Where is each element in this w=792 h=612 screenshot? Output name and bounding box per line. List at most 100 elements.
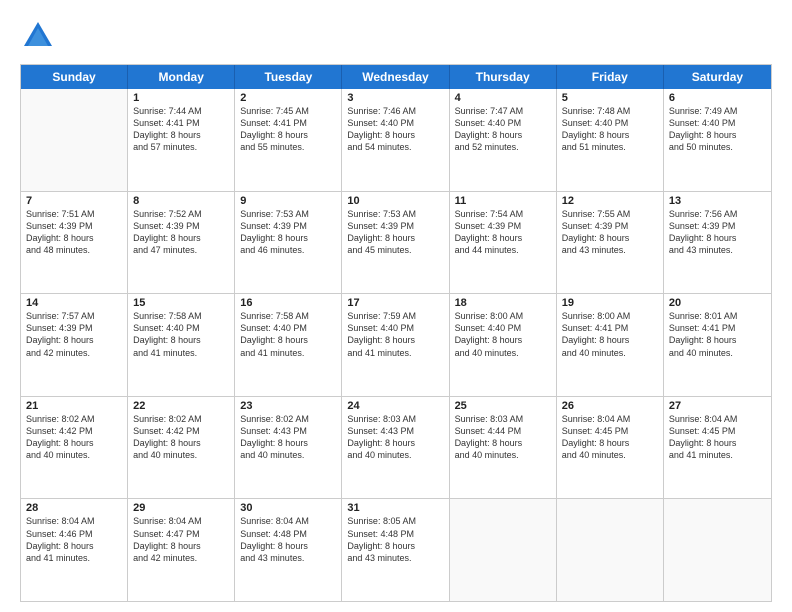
cell-info-line: and 43 minutes. [669, 244, 766, 256]
cell-info-line: Sunset: 4:39 PM [133, 220, 229, 232]
calendar-cell: 21Sunrise: 8:02 AMSunset: 4:42 PMDayligh… [21, 397, 128, 499]
cell-info-line: and 48 minutes. [26, 244, 122, 256]
cell-info-line: Sunset: 4:43 PM [240, 425, 336, 437]
cell-info-line: Sunset: 4:41 PM [669, 322, 766, 334]
cell-info-line: Sunset: 4:39 PM [669, 220, 766, 232]
weekday-label: Friday [557, 65, 664, 89]
cell-info-line: Daylight: 8 hours [240, 129, 336, 141]
cell-info-line: Daylight: 8 hours [562, 437, 658, 449]
cell-info-line: and 55 minutes. [240, 141, 336, 153]
weekday-label: Wednesday [342, 65, 449, 89]
calendar-row: 14Sunrise: 7:57 AMSunset: 4:39 PMDayligh… [21, 293, 771, 396]
calendar-cell: 18Sunrise: 8:00 AMSunset: 4:40 PMDayligh… [450, 294, 557, 396]
cell-info-line: Daylight: 8 hours [26, 334, 122, 346]
day-number: 5 [562, 92, 658, 104]
cell-info-line: Sunset: 4:42 PM [133, 425, 229, 437]
calendar-cell: 28Sunrise: 8:04 AMSunset: 4:46 PMDayligh… [21, 499, 128, 601]
cell-info-line: Sunrise: 7:54 AM [455, 208, 551, 220]
cell-info-line: Daylight: 8 hours [455, 334, 551, 346]
cell-info-line: and 41 minutes. [347, 347, 443, 359]
cell-info-line: and 40 minutes. [26, 449, 122, 461]
cell-info-line: Daylight: 8 hours [347, 437, 443, 449]
cell-info-line: Daylight: 8 hours [240, 232, 336, 244]
cell-info-line: Daylight: 8 hours [240, 437, 336, 449]
cell-info-line: Sunset: 4:48 PM [347, 528, 443, 540]
cell-info-line: Daylight: 8 hours [669, 232, 766, 244]
cell-info-line: Daylight: 8 hours [562, 232, 658, 244]
weekday-label: Sunday [21, 65, 128, 89]
logo-icon [20, 18, 56, 54]
cell-info-line: Daylight: 8 hours [347, 129, 443, 141]
cell-info-line: Daylight: 8 hours [455, 232, 551, 244]
day-number: 12 [562, 195, 658, 207]
cell-info-line: Daylight: 8 hours [240, 540, 336, 552]
cell-info-line: Sunrise: 7:58 AM [133, 310, 229, 322]
cell-info-line: Sunrise: 8:03 AM [455, 413, 551, 425]
cell-info-line: Sunset: 4:43 PM [347, 425, 443, 437]
calendar-row: 1Sunrise: 7:44 AMSunset: 4:41 PMDaylight… [21, 89, 771, 191]
calendar-cell: 15Sunrise: 7:58 AMSunset: 4:40 PMDayligh… [128, 294, 235, 396]
cell-info-line: and 40 minutes. [455, 347, 551, 359]
cell-info-line: Sunset: 4:44 PM [455, 425, 551, 437]
cell-info-line: and 40 minutes. [562, 449, 658, 461]
cell-info-line: Sunrise: 7:51 AM [26, 208, 122, 220]
cell-info-line: Sunset: 4:41 PM [240, 117, 336, 129]
day-number: 31 [347, 502, 443, 514]
logo [20, 18, 62, 54]
day-number: 22 [133, 400, 229, 412]
cell-info-line: and 41 minutes. [133, 347, 229, 359]
cell-info-line: and 41 minutes. [240, 347, 336, 359]
cell-info-line: Sunset: 4:45 PM [669, 425, 766, 437]
cell-info-line: Daylight: 8 hours [26, 437, 122, 449]
cell-info-line: and 40 minutes. [133, 449, 229, 461]
calendar-cell: 29Sunrise: 8:04 AMSunset: 4:47 PMDayligh… [128, 499, 235, 601]
cell-info-line: Sunset: 4:40 PM [669, 117, 766, 129]
cell-info-line: Daylight: 8 hours [347, 334, 443, 346]
weekday-label: Tuesday [235, 65, 342, 89]
calendar-row: 28Sunrise: 8:04 AMSunset: 4:46 PMDayligh… [21, 498, 771, 601]
cell-info-line: Sunrise: 8:02 AM [240, 413, 336, 425]
day-number: 24 [347, 400, 443, 412]
calendar-cell: 27Sunrise: 8:04 AMSunset: 4:45 PMDayligh… [664, 397, 771, 499]
calendar-body: 1Sunrise: 7:44 AMSunset: 4:41 PMDaylight… [21, 89, 771, 601]
cell-info-line: Sunrise: 8:02 AM [133, 413, 229, 425]
cell-info-line: Sunrise: 8:04 AM [133, 515, 229, 527]
day-number: 18 [455, 297, 551, 309]
cell-info-line: Sunrise: 7:52 AM [133, 208, 229, 220]
cell-info-line: and 51 minutes. [562, 141, 658, 153]
cell-info-line: and 43 minutes. [347, 552, 443, 564]
cell-info-line: Sunrise: 7:58 AM [240, 310, 336, 322]
calendar-cell: 31Sunrise: 8:05 AMSunset: 4:48 PMDayligh… [342, 499, 449, 601]
cell-info-line: Sunset: 4:39 PM [562, 220, 658, 232]
day-number: 11 [455, 195, 551, 207]
day-number: 29 [133, 502, 229, 514]
calendar-cell: 19Sunrise: 8:00 AMSunset: 4:41 PMDayligh… [557, 294, 664, 396]
cell-info-line: and 41 minutes. [669, 449, 766, 461]
calendar-cell: 23Sunrise: 8:02 AMSunset: 4:43 PMDayligh… [235, 397, 342, 499]
calendar-cell: 22Sunrise: 8:02 AMSunset: 4:42 PMDayligh… [128, 397, 235, 499]
cell-info-line: Sunset: 4:39 PM [26, 220, 122, 232]
cell-info-line: Sunset: 4:40 PM [455, 117, 551, 129]
cell-info-line: Daylight: 8 hours [133, 129, 229, 141]
cell-info-line: Sunrise: 8:00 AM [562, 310, 658, 322]
calendar-cell: 1Sunrise: 7:44 AMSunset: 4:41 PMDaylight… [128, 89, 235, 191]
calendar-cell: 26Sunrise: 8:04 AMSunset: 4:45 PMDayligh… [557, 397, 664, 499]
day-number: 13 [669, 195, 766, 207]
calendar-cell: 13Sunrise: 7:56 AMSunset: 4:39 PMDayligh… [664, 192, 771, 294]
cell-info-line: Sunrise: 8:04 AM [669, 413, 766, 425]
cell-info-line: and 40 minutes. [455, 449, 551, 461]
day-number: 25 [455, 400, 551, 412]
day-number: 8 [133, 195, 229, 207]
cell-info-line: Sunset: 4:40 PM [455, 322, 551, 334]
cell-info-line: Sunset: 4:40 PM [347, 117, 443, 129]
calendar-cell: 10Sunrise: 7:53 AMSunset: 4:39 PMDayligh… [342, 192, 449, 294]
page: SundayMondayTuesdayWednesdayThursdayFrid… [0, 0, 792, 612]
cell-info-line: Daylight: 8 hours [240, 334, 336, 346]
calendar-cell [450, 499, 557, 601]
day-number: 2 [240, 92, 336, 104]
cell-info-line: and 40 minutes. [347, 449, 443, 461]
calendar-cell: 30Sunrise: 8:04 AMSunset: 4:48 PMDayligh… [235, 499, 342, 601]
cell-info-line: Sunrise: 8:03 AM [347, 413, 443, 425]
cell-info-line: Sunrise: 7:53 AM [240, 208, 336, 220]
cell-info-line: Sunset: 4:48 PM [240, 528, 336, 540]
